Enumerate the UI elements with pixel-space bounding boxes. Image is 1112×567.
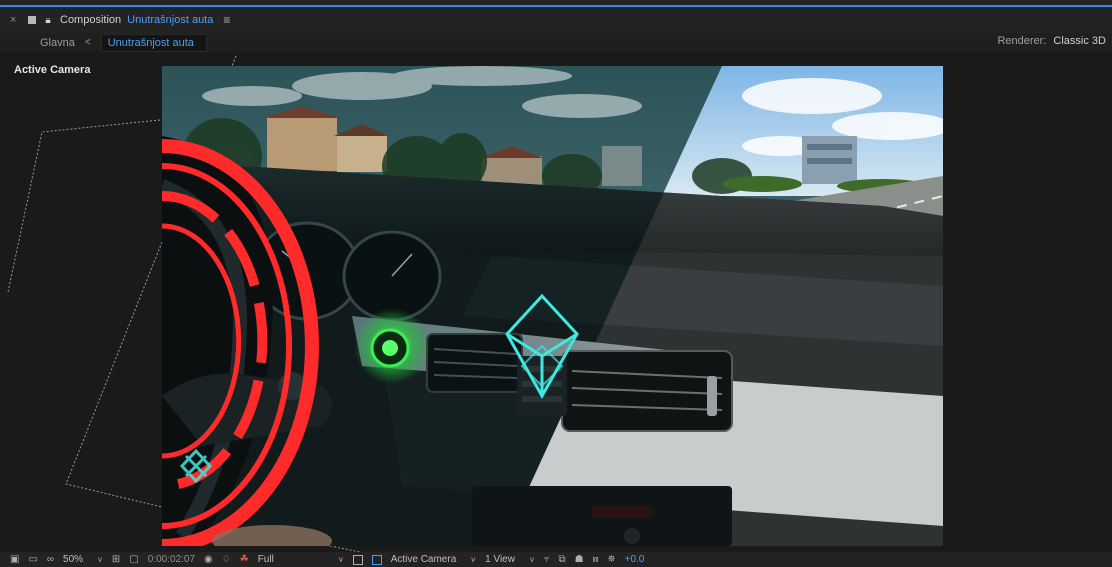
breadcrumb-active[interactable]: Unutrašnjost auta [100, 33, 207, 52]
chevron-down-icon: ∨ [528, 555, 535, 564]
composition-frame[interactable] [162, 66, 943, 546]
resolution-select[interactable]: Full ∨ [258, 554, 344, 565]
region-of-interest-icon[interactable] [352, 554, 363, 565]
view-layout-value: 1 View [485, 554, 515, 565]
chevron-left-icon[interactable]: < [85, 37, 91, 48]
camera-value: Active Camera [390, 554, 457, 565]
always-preview-icon[interactable]: ▣ [10, 554, 19, 565]
transparency-grid-icon[interactable] [371, 554, 382, 565]
timecode[interactable]: 0:00:02:07 [148, 554, 195, 565]
chevron-down-icon: ∨ [337, 555, 344, 564]
mask-visibility-icon[interactable]: ▢ [129, 554, 138, 565]
panel-label: Composition [60, 14, 122, 26]
camera-icon[interactable]: ◉ [204, 554, 213, 565]
workspace-top-strip [0, 0, 1112, 7]
vr-goggles-icon[interactable]: ∞ [47, 554, 54, 565]
close-icon[interactable]: × [10, 14, 22, 26]
camera-select[interactable]: Active Camera ∨ [391, 554, 476, 565]
exposure-value[interactable]: +0.0 [625, 554, 645, 565]
timeline-icon[interactable]: ☗ [575, 554, 584, 565]
monitor-icon[interactable]: ▭ [28, 554, 37, 565]
zoom-select[interactable]: 50% ∨ [63, 554, 103, 565]
menu-icon[interactable]: ≡ [223, 13, 230, 27]
viewer-footer-toolbar: ▣ ▭ ∞ 50% ∨ ⊞ ▢ 0:00:02:07 ◉ ♢ ☘ Full ∨ … [0, 552, 1112, 567]
chevron-down-icon: ∨ [97, 555, 103, 564]
view-layout-select[interactable]: 1 View ∨ [485, 554, 535, 565]
composition-navigator: Glavna < Unutrašnjost auta Renderer: Cla… [0, 33, 1112, 52]
show-snapshot-icon[interactable]: ♢ [222, 554, 231, 565]
breadcrumb-root[interactable]: Glavna [40, 37, 75, 49]
color-channels-icon[interactable]: ☘ [240, 554, 249, 565]
zoom-value: 50% [63, 554, 84, 565]
renderer-label: Renderer: [997, 35, 1047, 47]
pixel-aspect-icon[interactable]: ⫧ [544, 554, 550, 565]
flowchart-icon[interactable]: ⩎ [593, 554, 599, 565]
composition-viewer[interactable]: Active Camera [0, 52, 1112, 552]
resolution-value: Full [257, 554, 274, 565]
hud-green-button [354, 308, 430, 384]
car-interior-image [162, 66, 943, 546]
lock-icon[interactable]: 🔒︎ [42, 15, 54, 26]
reset-exposure-icon[interactable]: ✵ [607, 554, 615, 565]
composition-panel-tab[interactable]: × 🔒︎ Composition Unutrašnjost auta ≡ [0, 7, 1112, 33]
chevron-down-icon: ∨ [470, 555, 477, 564]
fast-previews-icon[interactable]: ⧉ [558, 554, 565, 565]
grid-icon[interactable]: ⊞ [112, 554, 120, 565]
renderer-info[interactable]: Renderer: Classic 3D [997, 35, 1106, 47]
composition-name[interactable]: Unutrašnjost auta [127, 14, 213, 26]
renderer-value[interactable]: Classic 3D [1053, 35, 1106, 47]
label-color-swatch[interactable] [28, 16, 36, 24]
